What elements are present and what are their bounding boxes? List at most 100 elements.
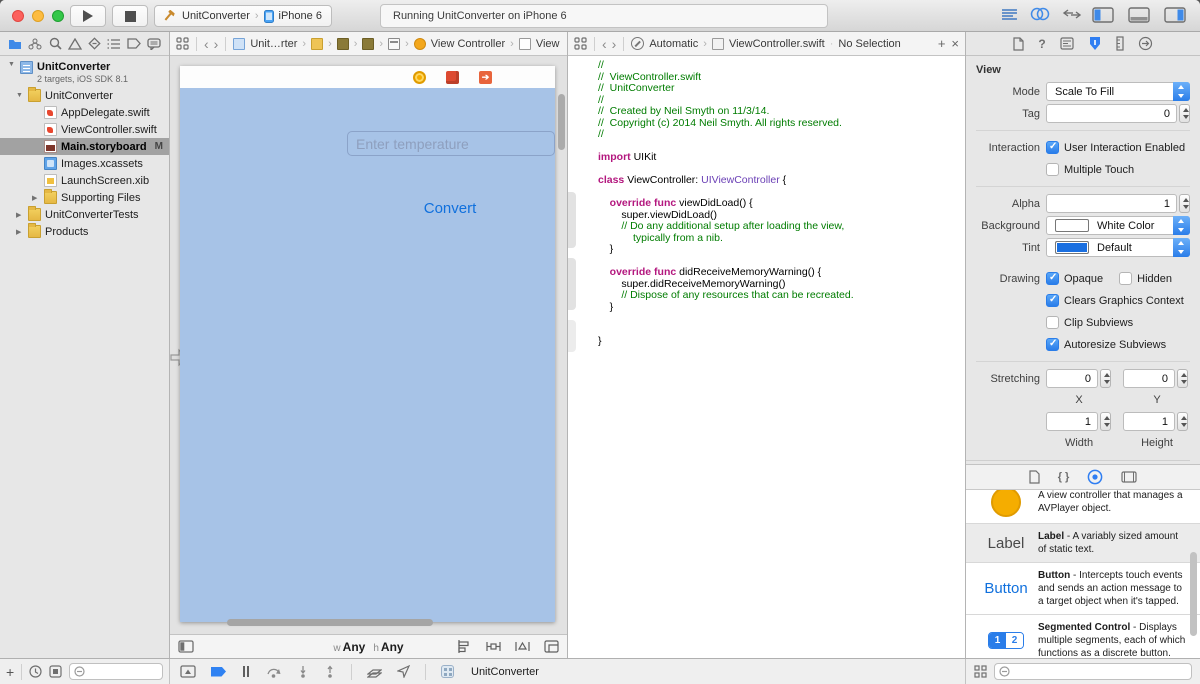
connections-inspector-tab[interactable] (1138, 36, 1153, 51)
exit-segue-icon[interactable]: ➔ (479, 71, 492, 84)
tag-stepper[interactable] (1179, 104, 1190, 123)
code-snippet-library-tab[interactable]: { } (1058, 471, 1070, 483)
stop-button[interactable] (112, 5, 148, 27)
related-items-icon[interactable] (176, 37, 189, 50)
canvas-vertical-scrollbar[interactable] (558, 94, 565, 150)
add-assistant-editor-button[interactable]: + (938, 36, 946, 51)
project-navigator-tab[interactable] (8, 38, 22, 50)
zoom-window-button[interactable] (52, 10, 64, 22)
search-navigator-tab[interactable] (49, 37, 62, 50)
identity-inspector-tab[interactable] (1060, 37, 1074, 50)
document-outline-toggle[interactable] (178, 640, 194, 653)
simulate-location-icon[interactable] (397, 665, 410, 678)
background-color-dropdown[interactable]: White Color (1046, 216, 1190, 235)
toggle-debug-area-button[interactable] (1128, 7, 1150, 23)
version-editor-button[interactable] (1062, 8, 1082, 20)
navigator-item-launchscreen-xib[interactable]: LaunchScreen.xib (0, 172, 169, 189)
disclosure-closed-icon[interactable]: ▶ (16, 228, 28, 236)
background-color-swatch[interactable] (1055, 219, 1089, 232)
hidden-checkbox[interactable] (1119, 272, 1132, 285)
forward-button[interactable]: › (214, 39, 219, 49)
navigator-item-supporting-files[interactable]: ▶Supporting Files (0, 189, 169, 206)
source-code-area[interactable]: //// ViewController.swift// UnitConverte… (568, 56, 965, 658)
toggle-inspector-button[interactable] (1164, 7, 1186, 23)
crumb-file[interactable]: Unit…rter (250, 38, 297, 50)
stretch-y-field[interactable]: 0 (1123, 369, 1175, 388)
crumb-view-controller[interactable]: View Controller (431, 38, 505, 50)
stretch-height-field[interactable]: 1 (1123, 412, 1175, 431)
close-window-button[interactable] (12, 10, 24, 22)
alpha-stepper[interactable] (1179, 194, 1190, 213)
tint-color-swatch[interactable] (1055, 241, 1089, 254)
debug-process-name[interactable]: UnitConverter (471, 666, 539, 678)
standard-editor-button[interactable] (1001, 8, 1018, 21)
navigator-item-images-xcassets[interactable]: Images.xcassets (0, 155, 169, 172)
quick-help-inspector-tab[interactable]: ? (1038, 37, 1045, 51)
library-item-segmented-control[interactable]: 12Segmented Control - Displays multiple … (966, 615, 1200, 658)
step-out-icon[interactable] (324, 665, 336, 678)
scm-status-filter-icon[interactable] (49, 665, 62, 678)
clip-subviews-checkbox[interactable] (1046, 316, 1059, 329)
navigator-item-main-storyboard[interactable]: Main.storyboardM (0, 138, 169, 155)
mode-dropdown[interactable]: Scale To Fill (1046, 82, 1190, 101)
resizing-behavior-icon[interactable] (544, 640, 559, 653)
navigator-item-appdelegate-swift[interactable]: AppDelegate.swift (0, 104, 169, 121)
folder-icon[interactable] (311, 38, 323, 50)
crumb-selection[interactable]: No Selection (838, 38, 900, 50)
disclosure-closed-icon[interactable]: ▶ (32, 194, 44, 202)
library-filter-field[interactable] (994, 663, 1192, 680)
back-button[interactable]: ‹ (204, 39, 209, 49)
library-item-label[interactable]: LabelLabel - A variably sized amount of … (966, 524, 1200, 563)
scheme-selector[interactable]: UnitConverter › iPhone 6 (154, 5, 332, 27)
convert-button[interactable]: Convert (400, 200, 500, 217)
folder-icon[interactable] (337, 38, 349, 50)
navigator-filter-field[interactable] (69, 663, 163, 680)
crumb-view[interactable]: View (536, 38, 560, 50)
assistant-editor-button[interactable] (1030, 7, 1050, 21)
run-button[interactable] (70, 5, 106, 27)
library-scrollbar[interactable] (1190, 552, 1197, 636)
tag-field[interactable]: 0 (1046, 104, 1177, 123)
pause-execution-icon[interactable] (241, 665, 251, 678)
autoresize-subviews-checkbox[interactable] (1046, 338, 1059, 351)
dropdown-stepper-icon[interactable] (1173, 238, 1190, 257)
stretch-width-field[interactable]: 1 (1046, 412, 1098, 431)
navigator-item-products[interactable]: ▶Products (0, 223, 169, 240)
canvas-horizontal-scrollbar[interactable] (227, 619, 433, 626)
clears-graphics-checkbox[interactable] (1046, 294, 1059, 307)
multiple-touch-checkbox[interactable] (1046, 163, 1059, 176)
tint-color-dropdown[interactable]: Default (1046, 238, 1190, 257)
navigator-item-unitconverter[interactable]: ▼UnitConverter (0, 87, 169, 104)
view-debugger-icon[interactable] (367, 665, 382, 678)
navigator-item-viewcontroller-swift[interactable]: ViewController.swift (0, 121, 169, 138)
breakpoint-navigator-tab[interactable] (127, 38, 141, 49)
add-file-button[interactable]: + (6, 666, 14, 678)
file-template-library-tab[interactable] (1029, 470, 1040, 484)
user-interaction-checkbox[interactable] (1046, 141, 1059, 154)
crumb-code-file[interactable]: ViewController.swift (729, 38, 825, 50)
close-assistant-editor-button[interactable]: × (951, 36, 959, 51)
navigator-item-unitconvertertests[interactable]: ▶UnitConverterTests (0, 206, 169, 223)
library-item-button[interactable]: ButtonButton - Intercepts touch events a… (966, 563, 1200, 615)
dropdown-stepper-icon[interactable] (1173, 216, 1190, 235)
main-view[interactable]: Convert (180, 88, 555, 622)
library-view-mode-icon[interactable] (974, 665, 987, 678)
debug-navigator-tab[interactable] (107, 38, 120, 50)
minimize-window-button[interactable] (32, 10, 44, 22)
library-item-av-player-view-controller[interactable]: A view controller that manages a AVPlaye… (966, 490, 1200, 524)
temperature-textfield[interactable] (347, 131, 555, 156)
disclosure-closed-icon[interactable]: ▶ (16, 211, 28, 219)
view-controller-dock-icon[interactable] (413, 71, 426, 84)
attributes-inspector-tab[interactable] (1088, 36, 1102, 51)
related-items-icon[interactable] (574, 37, 587, 50)
folder-icon[interactable] (362, 38, 374, 50)
file-inspector-tab[interactable] (1013, 37, 1024, 51)
alpha-field[interactable]: 1 (1046, 194, 1177, 213)
size-inspector-tab[interactable] (1116, 36, 1124, 51)
toggle-debug-area-icon[interactable] (180, 665, 196, 678)
breakpoints-toggle-icon[interactable] (211, 667, 226, 677)
align-constraints-icon[interactable] (457, 640, 472, 653)
recent-files-filter-icon[interactable] (29, 665, 42, 678)
project-root-row[interactable]: ▼ UnitConverter 2 targets, iOS SDK 8.1 (0, 59, 169, 87)
stretch-x-field[interactable]: 0 (1046, 369, 1098, 388)
